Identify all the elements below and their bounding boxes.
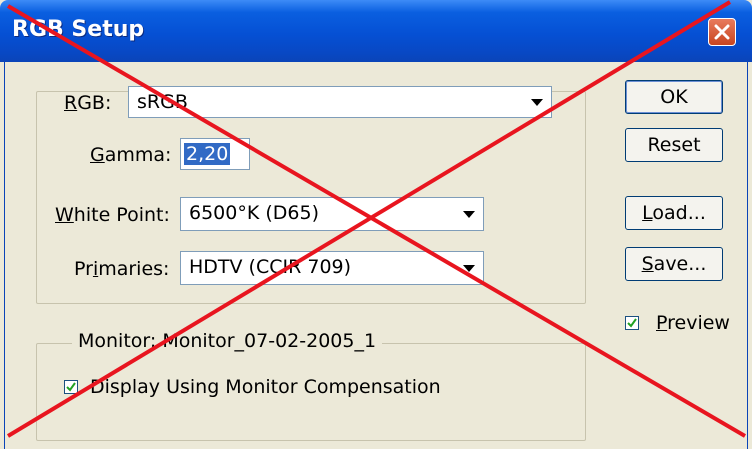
chevron-down-icon [463, 265, 475, 272]
rgb-label-text: GB: [77, 92, 112, 114]
rgb-select[interactable]: sRGB [128, 86, 552, 118]
close-button[interactable] [708, 18, 736, 46]
gamma-label: Gamma: [90, 144, 172, 166]
chevron-down-icon [463, 211, 475, 218]
primaries-label: Primaries: [74, 258, 170, 280]
gamma-value: 2,20 [184, 143, 231, 165]
monitor-legend: Monitor: Monitor_07-02-2005_1 [72, 330, 383, 352]
primaries-dropdown-arrow[interactable] [457, 254, 481, 282]
monitor-compensation-checkbox[interactable] [64, 380, 78, 394]
gamma-input[interactable]: 2,20 [180, 138, 250, 170]
save-button[interactable]: Save... [625, 247, 723, 281]
rgb-label: RGB: [64, 92, 112, 114]
rgb-value: sRGB [137, 91, 188, 113]
white-point-dropdown-arrow[interactable] [457, 200, 481, 228]
close-icon [714, 24, 730, 40]
white-point-select[interactable]: 6500°K (D65) [180, 197, 484, 231]
white-point-label: White Point: [55, 204, 170, 226]
primaries-select[interactable]: HDTV (CCIR 709) [180, 251, 484, 285]
preview-checkbox[interactable] [625, 316, 639, 330]
ok-button[interactable]: OK [625, 80, 723, 114]
preview-label: Preview [656, 312, 730, 334]
title-bar[interactable]: RGB Setup [0, 0, 752, 62]
reset-button[interactable]: Reset [625, 128, 723, 162]
checkmark-icon [66, 382, 76, 392]
monitor-compensation-label: Display Using Monitor Compensation [90, 376, 441, 398]
chevron-down-icon [531, 99, 543, 106]
checkmark-icon [627, 318, 637, 328]
window-title: RGB Setup [12, 17, 145, 42]
white-point-value: 6500°K (D65) [189, 202, 319, 224]
rgb-dropdown-arrow[interactable] [525, 89, 549, 115]
load-button[interactable]: Load... [625, 196, 723, 230]
primaries-value: HDTV (CCIR 709) [189, 256, 352, 278]
